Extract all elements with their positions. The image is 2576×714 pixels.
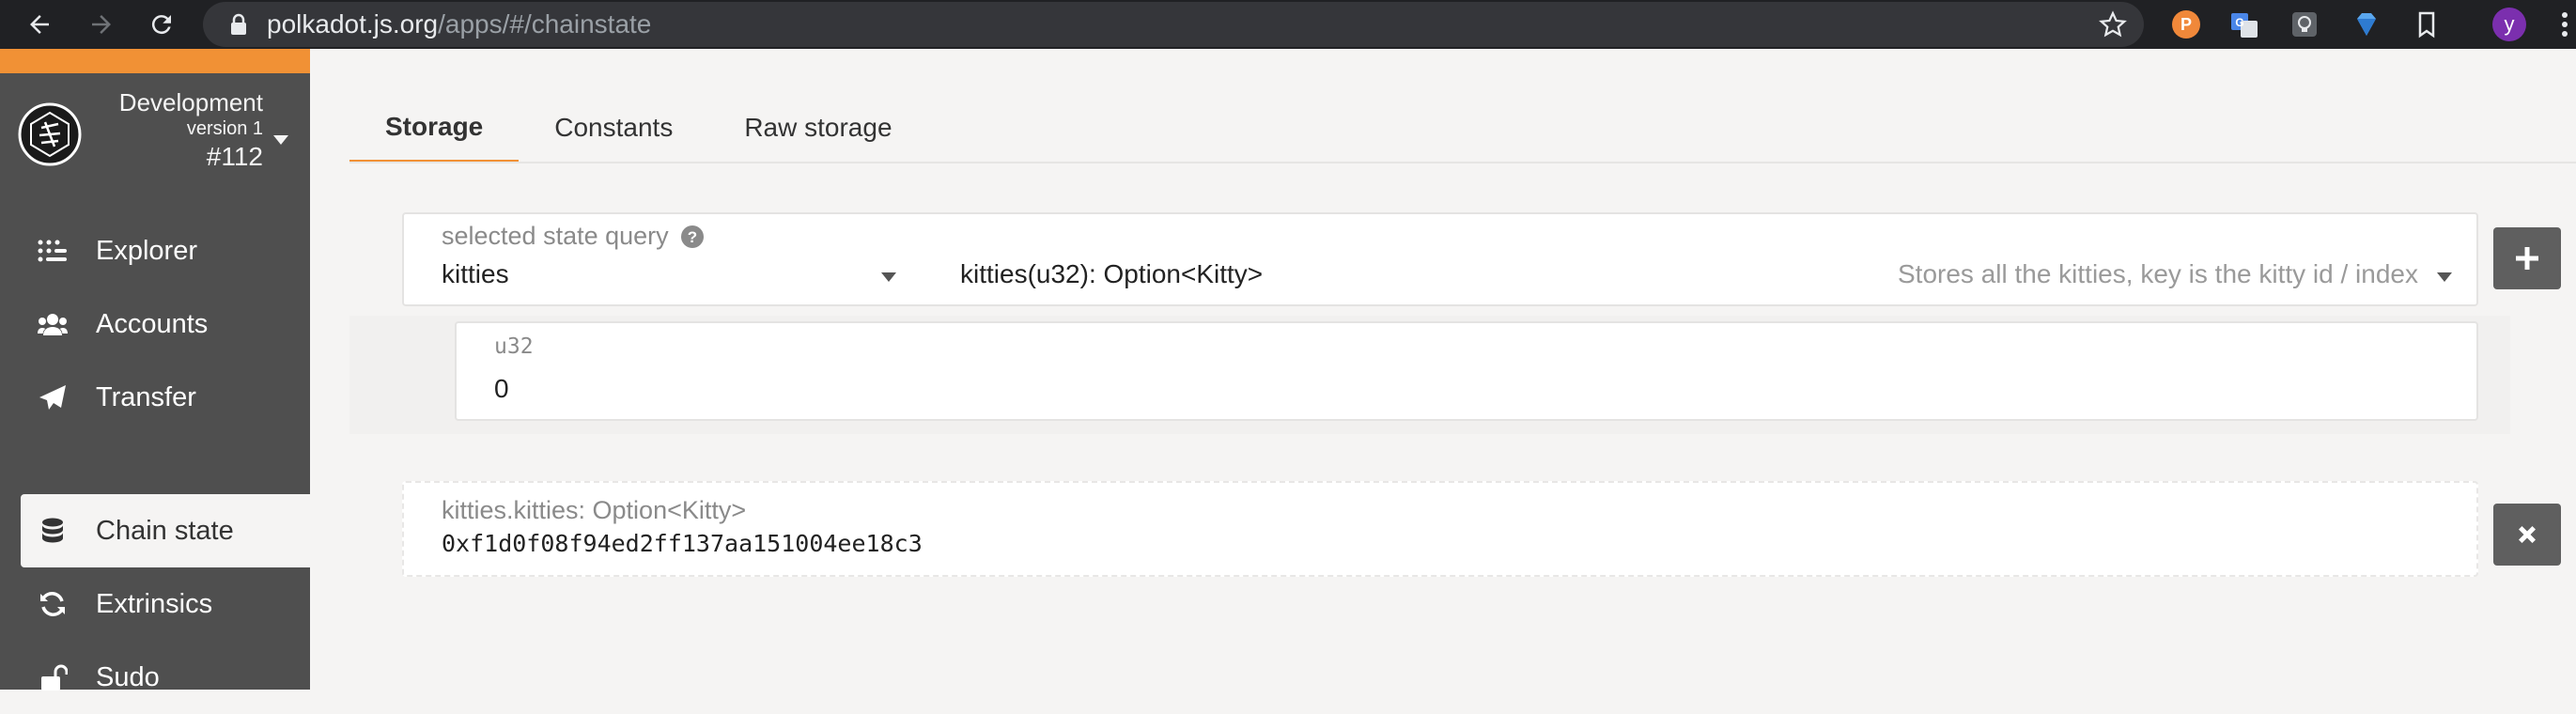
tab-constants[interactable]: Constants [519,94,708,162]
tab-storage[interactable]: Storage [349,94,520,163]
explorer-icon [36,237,70,265]
param-u32-field: u32 [455,321,2478,421]
sidebar-item-sudo[interactable]: Sudo [21,641,310,714]
method-caret-down-icon[interactable] [2437,272,2452,282]
extension-bulb-icon[interactable] [2289,8,2320,40]
sidebar-item-explorer[interactable]: Explorer [21,214,310,287]
url-text: polkadot.js.org/apps/#/chainstate [267,9,651,39]
sidebar-item-label: Sudo [96,661,160,692]
help-icon[interactable]: ? [680,225,705,249]
paper-plane-icon [36,383,70,411]
polkadot-logo-icon[interactable] [17,101,83,167]
svg-text:P: P [2180,15,2192,34]
extension-diamond-icon[interactable] [2351,8,2382,40]
sync-icon [36,590,70,618]
caret-down-icon[interactable] [272,134,289,146]
close-icon [2519,526,2536,543]
sidebar-item-chain-state[interactable]: Chain state [21,494,310,567]
sidebar-item-label: Explorer [96,235,197,266]
arrow-right-icon [92,15,111,34]
sidebar-item-label: Transfer [96,381,196,412]
lock-icon [231,13,246,35]
sidebar-accent-bar [0,49,310,73]
sidebar-item-label: Accounts [96,308,209,339]
url-path: /apps/#/chainstate [438,9,652,39]
reload-icon [151,15,171,35]
tab-raw-storage[interactable]: Raw storage [708,94,927,162]
plus-icon [2516,247,2538,270]
result-label: kitties.kitties: Option<Kitty> [442,496,747,524]
sidebar-item-label: Chain state [96,515,234,546]
extension-p-icon[interactable]: P [2170,8,2202,40]
arrow-left-icon [30,15,49,34]
url-host: polkadot.js.org [267,9,439,39]
section-dropdown-value[interactable]: kitties [442,259,509,289]
tab-bar: Storage Constants Raw storage [349,94,928,163]
method-description: Stores all the kitties, key is the kitty… [1897,259,2418,288]
sidebar-item-label: Extrinsics [96,588,213,619]
extension-translate-icon[interactable]: G [2228,8,2260,40]
back-button[interactable] [15,0,64,49]
sidebar-item-accounts[interactable]: Accounts [21,287,310,361]
state-query-selector: selected state query ? kitties kitties(u… [402,212,2478,306]
forward-button[interactable] [77,0,126,49]
chain-info[interactable]: Development version 1 #112 [94,88,263,173]
section-caret-down-icon[interactable] [881,272,896,282]
state-query-label: selected state query [442,222,669,250]
database-icon [36,517,70,545]
remove-result-button[interactable] [2493,504,2561,566]
sidebar-item-transfer[interactable]: Transfer [21,361,310,434]
query-result: kitties.kitties: Option<Kitty> 0xf1d0f08… [402,481,2478,577]
tab-divider [349,162,2576,163]
state-query-label-row: selected state query ? [442,222,705,251]
extension-bookmark-icon[interactable] [2411,8,2443,40]
reload-button[interactable] [137,0,186,49]
svg-text:G: G [2235,16,2243,29]
profile-avatar[interactable]: y [2492,8,2526,41]
unlock-icon [36,663,70,691]
add-query-button[interactable] [2493,227,2561,289]
svg-text:?: ? [687,228,696,246]
param-type-label: u32 [494,334,534,359]
bookmark-star-icon[interactable] [2099,10,2127,39]
address-bar[interactable]: polkadot.js.org/apps/#/chainstate [203,2,2144,47]
sidebar-item-extrinsics[interactable]: Extrinsics [21,567,310,641]
chain-version: version 1 [186,118,263,139]
browser-toolbar: polkadot.js.org/apps/#/chainstate P G y [0,0,2576,49]
result-value: 0xf1d0f08f94ed2ff137aa151004ee18c3 [442,530,923,557]
chain-name: Development [118,88,263,116]
more-vert-icon[interactable] [2555,9,2574,39]
chain-block-number: #112 [206,142,263,171]
method-dropdown-value[interactable]: kitties(u32): Option<Kitty> [960,259,1263,289]
accounts-icon [36,310,70,338]
param-value-input[interactable] [490,368,2448,410]
